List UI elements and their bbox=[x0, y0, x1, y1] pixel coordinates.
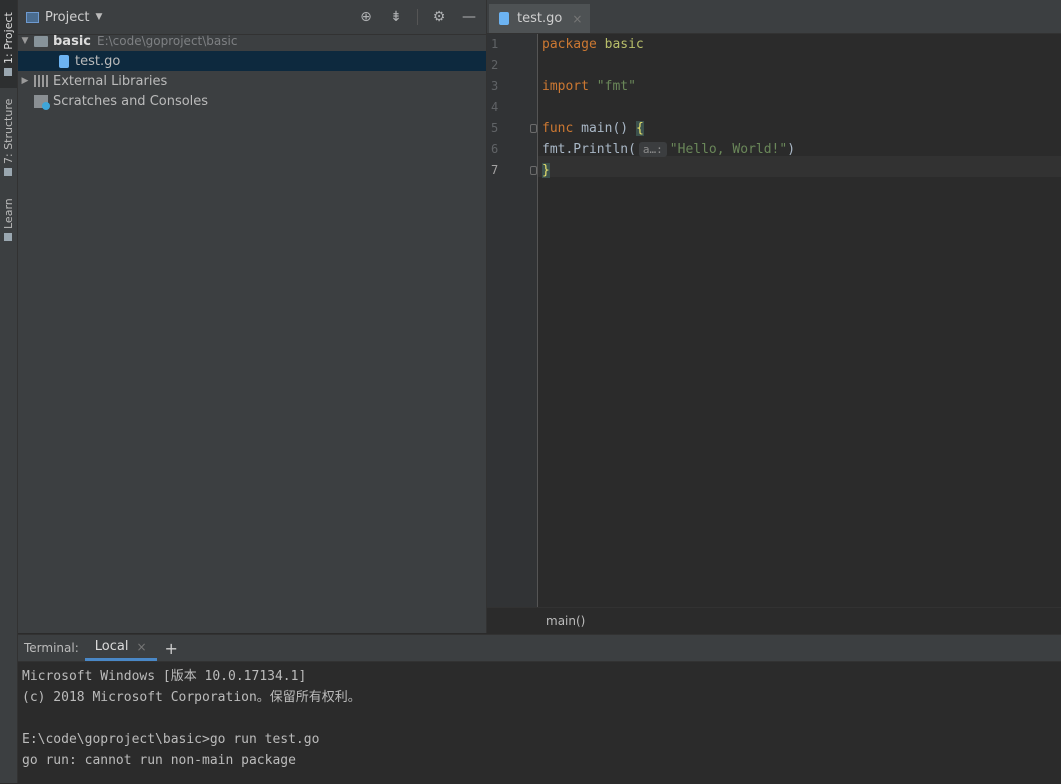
editor-area: test.go × 1 2 3 4 5 6 7 package basic im… bbox=[487, 0, 1061, 633]
string-literal: "Hello, World!" bbox=[669, 142, 788, 157]
line-number: 6 bbox=[491, 142, 499, 156]
tree-item-basic-path: E:\code\goproject\basic bbox=[96, 34, 238, 48]
learn-icon bbox=[4, 233, 13, 242]
side-tab-structure[interactable]: 7: Structure bbox=[0, 94, 17, 180]
project-tree: ▼ basic E:\code\goproject\basic test.go … bbox=[18, 31, 486, 111]
editor-tab-test-go[interactable]: test.go × bbox=[489, 4, 591, 33]
project-toolbar: ⊕ ⇟ ⚙ — bbox=[357, 8, 478, 26]
line-number: 4 bbox=[491, 100, 499, 114]
go-file-icon bbox=[499, 12, 509, 25]
tree-item-basic[interactable]: ▼ basic E:\code\goproject\basic bbox=[18, 31, 486, 51]
editor-tab-label: test.go bbox=[517, 11, 563, 26]
line-number: 5 bbox=[491, 121, 499, 135]
folder-icon bbox=[4, 67, 13, 76]
code-line-3: import "fmt" bbox=[542, 76, 636, 97]
breadcrumb: main() bbox=[487, 607, 1061, 633]
code-line-6: fmt.Println(a…: "Hello, World!") bbox=[542, 139, 795, 160]
library-icon bbox=[34, 75, 48, 87]
tree-item-test-go-label: test.go bbox=[75, 53, 121, 69]
tree-item-external-libraries-label: External Libraries bbox=[53, 73, 168, 89]
tree-item-scratches[interactable]: Scratches and Consoles bbox=[18, 91, 486, 111]
chevron-down-icon[interactable]: ▼ bbox=[95, 12, 102, 22]
line-number: 2 bbox=[491, 58, 499, 72]
call-expression: fmt.Println( bbox=[542, 142, 636, 157]
parameter-hint: a…: bbox=[638, 142, 667, 157]
tree-item-external-libraries[interactable]: ▶ External Libraries bbox=[18, 71, 486, 91]
keyword: func bbox=[542, 121, 574, 136]
close-icon[interactable]: × bbox=[136, 640, 146, 654]
side-tab-project[interactable]: 1: Project bbox=[0, 0, 17, 88]
terminal-line: E:\code\goproject\basic>go run test.go bbox=[22, 732, 320, 747]
expanded-arrow-icon[interactable]: ▼ bbox=[20, 36, 30, 46]
code-line-7: } bbox=[542, 160, 550, 181]
project-view-title[interactable]: Project bbox=[45, 10, 89, 25]
tree-item-scratches-label: Scratches and Consoles bbox=[53, 93, 209, 109]
line-number: 1 bbox=[491, 37, 499, 51]
line-number: 3 bbox=[491, 79, 499, 93]
side-tab-learn[interactable]: Learn bbox=[0, 192, 17, 248]
keyword: import bbox=[542, 79, 589, 94]
line-number: 7 bbox=[491, 163, 499, 177]
function-signature: main() bbox=[581, 121, 629, 136]
keyword: package bbox=[542, 37, 597, 52]
scratches-icon bbox=[34, 94, 50, 110]
terminal-panel: Terminal: Local × + Microsoft Windows [版… bbox=[18, 634, 1061, 784]
collapse-all-icon[interactable]: ⇟ bbox=[387, 8, 405, 26]
editor-tab-bar: test.go × bbox=[487, 0, 1061, 34]
terminal-tab-label: Local bbox=[94, 639, 129, 654]
fold-marker-icon[interactable] bbox=[530, 124, 537, 133]
tree-item-test-go[interactable]: test.go bbox=[18, 51, 486, 71]
package-name: basic bbox=[604, 37, 644, 52]
code-line-1: package basic bbox=[542, 34, 644, 55]
folder-icon bbox=[34, 35, 48, 47]
add-terminal-icon[interactable]: + bbox=[165, 639, 178, 658]
terminal-title: Terminal: bbox=[24, 641, 79, 655]
paren: ) bbox=[787, 142, 796, 157]
string-literal: "fmt" bbox=[596, 79, 636, 94]
terminal-line: go run: cannot run non-main package bbox=[22, 753, 296, 768]
structure-icon bbox=[4, 167, 13, 176]
minimize-icon[interactable]: — bbox=[460, 8, 478, 26]
fold-marker-icon[interactable] bbox=[530, 166, 537, 175]
collapsed-arrow-icon[interactable]: ▶ bbox=[20, 76, 30, 86]
code-editor[interactable]: package basic import "fmt" func main() {… bbox=[538, 34, 1061, 608]
line-number-gutter: 1 2 3 4 5 6 7 bbox=[487, 34, 538, 608]
brace: { bbox=[635, 121, 644, 136]
brace: } bbox=[542, 163, 550, 178]
project-panel-header: Project ▼ ⊕ ⇟ ⚙ — bbox=[18, 0, 486, 35]
tool-window-stripe: 1: Project 7: Structure Learn bbox=[0, 0, 18, 783]
terminal-line: (c) 2018 Microsoft Corporation。保留所有权利。 bbox=[22, 690, 361, 705]
breadcrumb-item[interactable]: main() bbox=[546, 614, 585, 628]
terminal-line: Microsoft Windows [版本 10.0.17134.1] bbox=[22, 669, 307, 684]
gear-icon[interactable]: ⚙ bbox=[430, 8, 448, 26]
project-panel: Project ▼ ⊕ ⇟ ⚙ — ▼ basic E:\code\goproj… bbox=[18, 0, 487, 633]
side-tab-structure-label: 7: Structure bbox=[2, 98, 15, 164]
code-line-5: func main() { bbox=[542, 118, 644, 139]
project-view-icon bbox=[26, 11, 39, 23]
terminal-tab-local[interactable]: Local × bbox=[84, 635, 157, 661]
side-tab-learn-label: Learn bbox=[2, 198, 15, 230]
close-icon[interactable]: × bbox=[572, 12, 582, 26]
toolbar-divider bbox=[417, 9, 418, 25]
go-file-icon bbox=[59, 54, 69, 68]
locate-icon[interactable]: ⊕ bbox=[357, 8, 375, 26]
side-tab-project-label: 1: Project bbox=[2, 12, 15, 64]
tree-item-basic-label: basic bbox=[53, 33, 91, 49]
terminal-header: Terminal: Local × + bbox=[18, 635, 1061, 662]
terminal-output[interactable]: Microsoft Windows [版本 10.0.17134.1] (c) … bbox=[18, 662, 1061, 775]
